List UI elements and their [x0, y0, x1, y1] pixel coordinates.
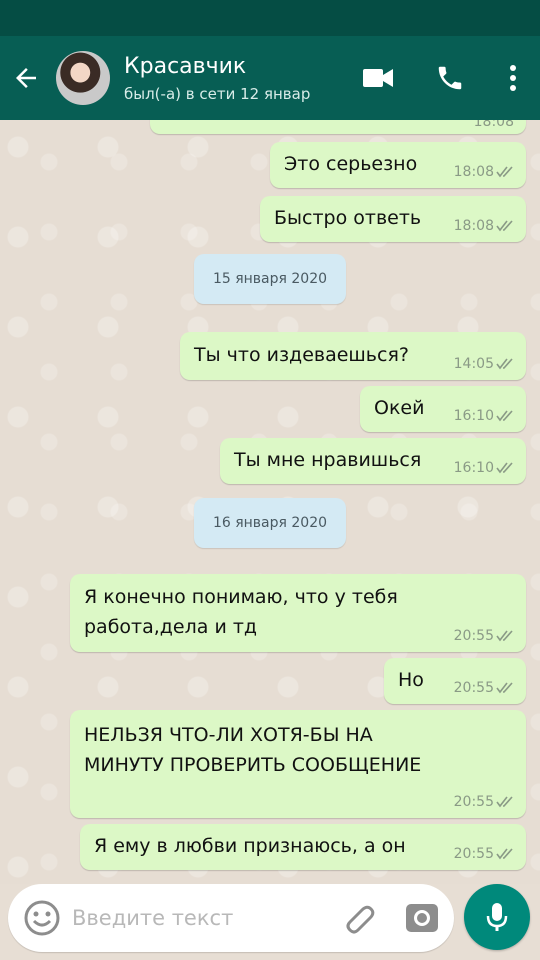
- message-text-line: МИНУТУ ПРОВЕРИТЬ СООБЩЕНИЕ: [84, 754, 422, 776]
- message-text: Быстро ответь: [274, 207, 422, 229]
- message-text: Ты что издеваешься?: [194, 344, 409, 366]
- message-time: 18:08: [473, 120, 514, 130]
- message-time: 16:10: [453, 408, 494, 424]
- read-ticks-icon: [496, 358, 513, 370]
- message-composer: [8, 884, 454, 952]
- message-text-line: НЕЛЬЗЯ ЧТО-ЛИ ХОТЯ-БЫ НА: [84, 724, 373, 746]
- read-ticks-icon: [496, 410, 513, 422]
- message-bubble[interactable]: Я конечно понимаю, что у тебя работа,дел…: [70, 574, 526, 652]
- message-text: Но: [398, 669, 424, 691]
- message-text: Я ему в любви признаюсь, а он: [94, 835, 406, 857]
- message-time: 14:05: [453, 356, 494, 372]
- message-time: 16:10: [453, 460, 494, 476]
- phone-icon: [438, 66, 462, 90]
- message-time: 20:55: [453, 794, 494, 810]
- message-bubble[interactable]: Окей 16:10: [360, 386, 526, 432]
- read-ticks-icon: [496, 848, 513, 860]
- message-bubble[interactable]: НЕЛЬЗЯ ЧТО-ЛИ ХОТЯ-БЫ НА МИНУТУ ПРОВЕРИТ…: [70, 710, 526, 818]
- video-call-icon: [363, 69, 393, 87]
- read-ticks-icon: [496, 630, 513, 642]
- read-ticks-icon: [496, 462, 513, 474]
- date-separator: 15 января 2020: [194, 254, 346, 304]
- camera-icon: [406, 904, 438, 932]
- contact-name: Красавчик: [124, 53, 247, 79]
- contact-info[interactable]: Красавчик был(-а) в сети 12 январ: [124, 54, 324, 103]
- contact-status: был(-а) в сети 12 январ: [124, 84, 311, 103]
- message-bubble[interactable]: 18:08: [150, 120, 526, 134]
- message-bubble[interactable]: Ты что издеваешься? 14:05: [180, 332, 526, 380]
- message-time: 20:55: [453, 680, 494, 696]
- more-options-icon: [510, 65, 516, 91]
- message-input-bar: [0, 884, 540, 960]
- mic-icon: [486, 903, 508, 931]
- attach-button[interactable]: [342, 900, 378, 936]
- message-bubble[interactable]: Ты мне нравишься 16:10: [220, 438, 526, 484]
- attach-icon: [346, 905, 375, 934]
- message-bubble[interactable]: Это серьезно 18:08: [270, 142, 526, 188]
- message-time: 18:08: [453, 164, 494, 180]
- message-text: Это серьезно: [284, 153, 418, 175]
- message-text: Ты мне нравишься: [234, 449, 422, 471]
- back-button[interactable]: [0, 36, 52, 120]
- message-bubble[interactable]: Но 20:55: [384, 658, 526, 704]
- emoji-icon: [24, 900, 60, 936]
- avatar[interactable]: [56, 51, 110, 105]
- message-input[interactable]: [72, 902, 322, 934]
- read-ticks-icon: [496, 682, 513, 694]
- chat-header: Красавчик был(-а) в сети 12 январ: [0, 36, 540, 120]
- camera-button[interactable]: [402, 898, 442, 938]
- message-text-line: работа,дела и тд: [84, 616, 258, 638]
- read-ticks-icon: [496, 220, 513, 232]
- date-separator: 16 января 2020: [194, 498, 346, 548]
- message-bubble[interactable]: Быстро ответь 18:08: [260, 196, 526, 242]
- read-ticks-icon: [496, 796, 513, 808]
- message-time: 18:08: [453, 218, 494, 234]
- emoji-button[interactable]: [22, 898, 62, 938]
- message-bubble[interactable]: Я ему в любви признаюсь, а он 20:55: [80, 824, 526, 870]
- message-time: 20:55: [453, 628, 494, 644]
- more-options-button[interactable]: [486, 36, 540, 120]
- mic-button[interactable]: [464, 884, 530, 950]
- back-arrow-icon: [16, 68, 36, 88]
- video-call-button[interactable]: [342, 36, 414, 120]
- phone-call-button[interactable]: [414, 36, 486, 120]
- message-time: 20:55: [453, 846, 494, 862]
- read-ticks-icon: [496, 166, 513, 178]
- chat-area[interactable]: 18:08 Это серьезно 18:08 Быстро ответь 1…: [0, 120, 540, 884]
- message-text: Окей: [374, 397, 425, 419]
- status-bar: [0, 0, 540, 36]
- message-text-line: Я конечно понимаю, что у тебя: [84, 586, 398, 608]
